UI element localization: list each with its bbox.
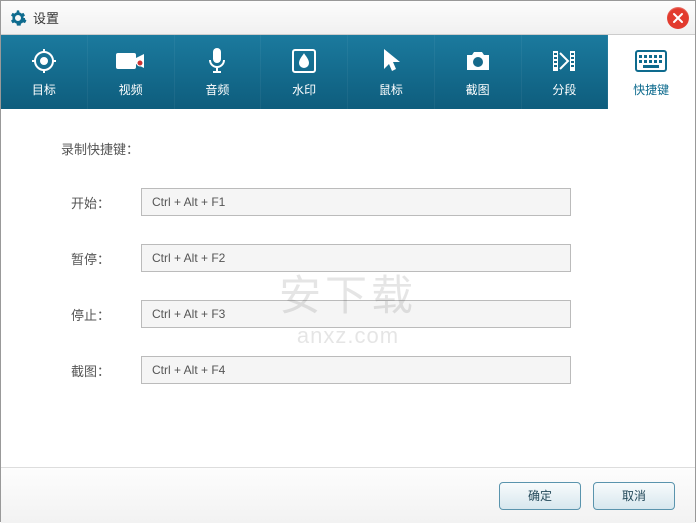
footer: 确定 取消 <box>1 467 695 523</box>
input-start-hotkey[interactable] <box>141 188 571 216</box>
audio-icon <box>206 47 228 75</box>
tab-label: 水印 <box>292 81 316 98</box>
camera-icon <box>463 47 493 75</box>
input-screenshot-hotkey[interactable] <box>141 356 571 384</box>
close-icon <box>672 12 684 24</box>
label-start: 开始： <box>41 193 141 212</box>
target-icon <box>30 47 58 75</box>
tab-cursor[interactable]: 鼠标 <box>348 35 435 109</box>
tab-label: 视频 <box>119 81 143 98</box>
tab-strip: 目标 视频 音频 水印 <box>1 35 695 109</box>
row-screenshot: 截图： <box>41 356 655 384</box>
close-button[interactable] <box>667 7 689 29</box>
tab-label: 截图 <box>466 81 490 98</box>
content-panel: 安下载 anxz.com 录制快捷键： 开始： 暂停： 停止： 截图： <box>1 109 695 467</box>
video-icon <box>116 47 146 75</box>
input-pause-hotkey[interactable] <box>141 244 571 272</box>
tab-video[interactable]: 视频 <box>88 35 175 109</box>
row-start: 开始： <box>41 188 655 216</box>
tab-audio[interactable]: 音频 <box>175 35 262 109</box>
tab-watermark[interactable]: 水印 <box>261 35 348 109</box>
label-pause: 暂停： <box>41 249 141 268</box>
cursor-icon <box>380 47 402 75</box>
gear-icon <box>9 9 27 27</box>
window-title: 设置 <box>33 8 59 27</box>
watermark-icon <box>291 47 317 75</box>
ok-button[interactable]: 确定 <box>499 482 581 510</box>
label-stop: 停止： <box>41 305 141 324</box>
tab-label: 目标 <box>32 81 56 98</box>
tab-target[interactable]: 目标 <box>1 35 88 109</box>
row-stop: 停止： <box>41 300 655 328</box>
label-screenshot: 截图： <box>41 361 141 380</box>
cancel-button[interactable]: 取消 <box>593 482 675 510</box>
tab-screenshot[interactable]: 截图 <box>435 35 522 109</box>
section-title: 录制快捷键： <box>61 139 655 158</box>
tab-segment[interactable]: 分段 <box>522 35 609 109</box>
tab-label: 鼠标 <box>379 81 403 98</box>
tab-label: 快捷键 <box>633 81 669 98</box>
tab-hotkeys[interactable]: 快捷键 <box>608 35 695 109</box>
titlebar: 设置 <box>1 1 695 35</box>
input-stop-hotkey[interactable] <box>141 300 571 328</box>
keyboard-icon <box>635 47 667 75</box>
tab-label: 分段 <box>552 81 576 98</box>
tab-label: 音频 <box>205 81 229 98</box>
row-pause: 暂停： <box>41 244 655 272</box>
segment-icon <box>551 47 577 75</box>
